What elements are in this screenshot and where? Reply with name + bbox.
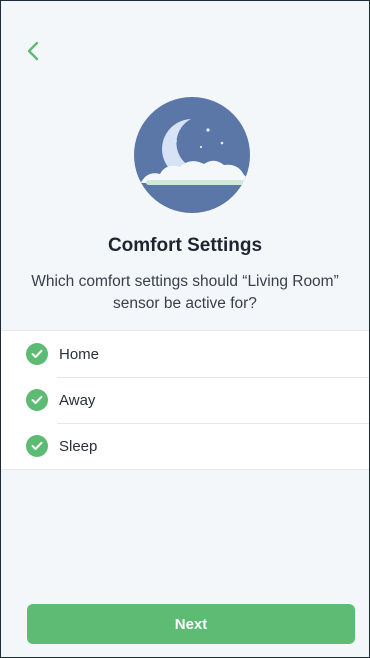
check-icon[interactable] — [26, 343, 48, 365]
chevron-left-icon — [27, 41, 39, 61]
option-away[interactable]: Away — [1, 377, 369, 423]
comfort-settings-list: Home Away Sleep — [1, 330, 369, 470]
next-button[interactable]: Next — [27, 604, 355, 644]
option-label: Sleep — [59, 437, 98, 455]
back-button[interactable] — [19, 37, 47, 65]
check-icon[interactable] — [26, 435, 48, 457]
option-sleep[interactable]: Sleep — [1, 423, 369, 469]
page-title: Comfort Settings — [107, 235, 263, 256]
page-subtitle: Which comfort settings should “Living Ro… — [31, 273, 339, 312]
moon-night-icon — [134, 97, 250, 213]
screen: Comfort Settings Which comfort settings … — [0, 0, 370, 658]
check-icon[interactable] — [26, 389, 48, 411]
option-label: Home — [59, 345, 100, 363]
option-home[interactable]: Home — [1, 331, 369, 377]
option-label: Away — [59, 391, 96, 409]
